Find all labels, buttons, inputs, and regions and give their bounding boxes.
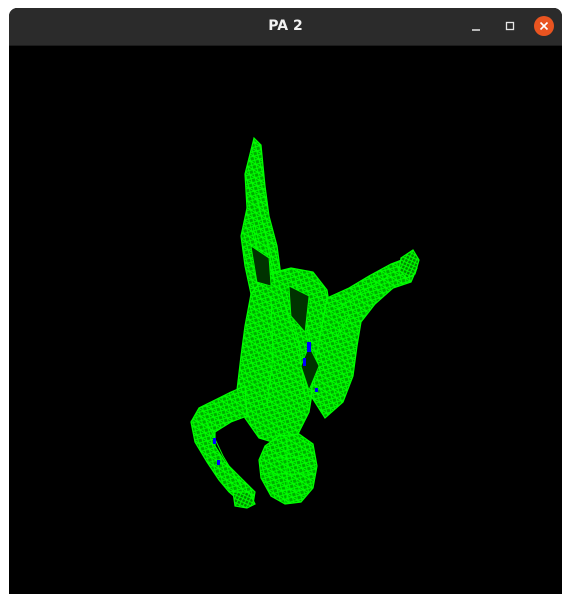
title-bar[interactable]: PA 2 — [9, 8, 562, 46]
figure-arm — [190, 385, 256, 505]
maximize-button[interactable] — [500, 16, 520, 36]
render-viewport[interactable] — [9, 46, 562, 594]
maximize-icon — [505, 21, 515, 31]
close-icon — [539, 21, 549, 31]
minimize-icon — [472, 29, 480, 31]
app-window: PA 2 — [9, 8, 562, 594]
figure-head — [258, 433, 318, 505]
close-button[interactable] — [534, 16, 554, 36]
minimize-button[interactable] — [466, 16, 486, 36]
figure-right-leg — [310, 257, 418, 419]
figure-foot — [398, 249, 420, 279]
wireframe-figure — [190, 136, 420, 509]
